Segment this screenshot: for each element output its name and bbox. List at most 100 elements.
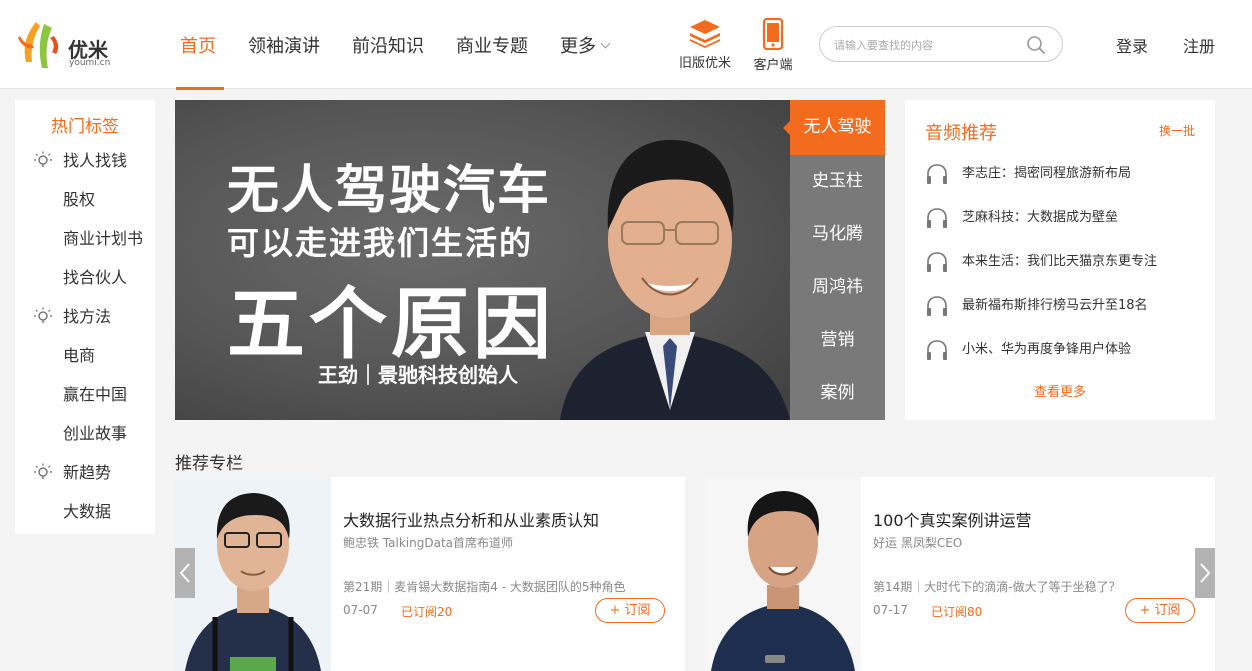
view-more-link[interactable]: 查看更多 [905,381,1215,400]
nav-item-more[interactable]: 更多 [548,0,621,89]
sidebar-item-label: 新趋势 [63,463,112,482]
sidebar-item-label: 股权 [63,190,96,209]
banner-tab-zhou-hongyi[interactable]: 周鸿祎 [790,261,885,314]
sidebar-item-label: 电商 [63,346,96,365]
sidebar-item-label: 找方法 [63,307,112,326]
audio-list-item[interactable]: 小米、华为再度争锋用户体验 [923,334,1203,378]
banner-caption: 王劲｜景驰科技创始人 [318,363,518,387]
lightbulb-icon [34,463,52,479]
nav-item-leader-talks[interactable]: 领袖演讲 [236,0,332,89]
hot-tags-sidebar: 热门标签 找人找钱 股权 商业计划书 找合伙人 找方法 电商 赢在中国 创业故事… [15,100,155,534]
banner-tab-list: 无人驾驶 史玉柱 马化腾 周鸿祎 营销 案例 [783,100,885,420]
speaker-portrait-image [560,139,790,420]
audio-list: 李志庄：揭密同程旅游新布局 芝麻科技：大数据成为壁垒 本来生活：我们比天猫京东更… [923,158,1203,378]
audio-list-item[interactable]: 本来生活：我们比天猫京东更专注 [923,246,1203,290]
column-date: 07-07 [343,603,378,617]
login-link[interactable]: 登录 [1116,33,1148,57]
sidebar-item-label: 创业故事 [63,424,128,443]
search-icon[interactable] [1026,35,1046,55]
column-card[interactable]: 100个真实案例讲运营 好运 黑凤梨CEO 第14期｜大时代下的滴滴-做大了等于… [705,477,1215,671]
headphone-icon [927,252,947,272]
register-link[interactable]: 注册 [1183,33,1215,57]
main-nav: 首页 领袖演讲 前沿知识 商业专题 更多 [168,0,629,90]
nav-label: 首页 [180,36,216,57]
old-version-label: 旧版优米 [678,56,731,71]
column-card[interactable]: 大数据行业热点分析和从业素质认知 鲍忠铁 TalkingData首席布道师 第2… [175,477,685,671]
banner-headline-3: 五个原因 [227,279,556,370]
sidebar-tag-win-in-china[interactable]: 赢在中国 [15,375,155,414]
hot-tags-title: 热门标签 [51,117,119,137]
hot-tags-list: 找人找钱 股权 商业计划书 找合伙人 找方法 电商 赢在中国 创业故事 新趋势 … [15,141,155,531]
old-version-link[interactable]: 旧版优米 [676,18,734,71]
sidebar-tag-business-plan[interactable]: 商业计划书 [15,219,155,258]
column-title[interactable]: 100个真实案例讲运营 [873,507,1032,531]
site-header: 优米 youmi.cn 首页 领袖演讲 前沿知识 商业专题 更多 旧版优米 客户… [0,0,1252,90]
chevron-left-icon [179,563,190,583]
column-subscriber-count: 已订阅20 [401,605,453,619]
audio-panel-title: 音频推荐 [925,123,997,144]
sidebar-tag-find-partner[interactable]: 找合伙人 [15,258,155,297]
audio-item-label: 最新福布斯排行榜马云升至18名 [962,298,1148,313]
column-latest-episode[interactable]: 第21期｜麦肯锡大数据指南4 - 大数据团队的5种角色 [343,578,626,595]
banner-tab-driverless[interactable]: 无人驾驶 [783,100,885,155]
lightbulb-icon [34,307,52,323]
audio-recommend-panel: 音频推荐 换一批 李志庄：揭密同程旅游新布局 芝麻科技：大数据成为壁垒 本来生活… [905,100,1215,420]
refresh-batch-link[interactable]: 换一批 [1159,122,1195,139]
column-date: 07-17 [873,603,908,617]
sidebar-item-label: 找合伙人 [63,268,128,287]
author-photo [175,477,331,671]
carousel-prev-button[interactable] [175,548,195,598]
recommended-columns-title: 推荐专栏 [175,454,243,474]
audio-list-item[interactable]: 李志庄：揭密同程旅游新布局 [923,158,1203,202]
banner-tab-cases[interactable]: 案例 [790,367,885,420]
audio-list-item[interactable]: 最新福布斯排行榜马云升至18名 [923,290,1203,334]
audio-item-label: 小米、华为再度争锋用户体验 [962,342,1132,357]
banner-slide[interactable]: 无人驾驶汽车 可以走进我们生活的 五个原因 王劲｜景驰科技创始人 [175,100,790,420]
hero-banner: 无人驾驶汽车 可以走进我们生活的 五个原因 王劲｜景驰科技创始人 无人驾驶 史玉… [175,100,885,420]
column-author: 鲍忠铁 TalkingData首席布道师 [343,536,514,550]
headphone-icon [927,340,947,360]
nav-label: 更多 [560,36,596,57]
phone-icon [762,18,784,50]
search-input[interactable] [834,35,1024,55]
banner-tab-ma-huateng[interactable]: 马化腾 [790,208,885,261]
chevron-right-icon [1200,563,1211,583]
sidebar-tag-ecommerce[interactable]: 电商 [15,336,155,375]
audio-list-item[interactable]: 芝麻科技：大数据成为壁垒 [923,202,1203,246]
logo-mark-icon [18,22,59,68]
headphone-icon [927,296,947,316]
nav-label: 商业专题 [456,36,528,57]
nav-item-business-topics[interactable]: 商业专题 [444,0,540,89]
sidebar-tag-equity[interactable]: 股权 [15,180,155,219]
subscribe-button[interactable]: + 订阅 [1125,598,1195,623]
layers-icon [690,20,720,48]
sidebar-tag-startup-stories[interactable]: 创业故事 [15,414,155,453]
carousel-next-button[interactable] [1195,548,1215,598]
lightbulb-icon [34,151,52,167]
client-app-link[interactable]: 客户端 [750,18,796,73]
subscribe-button[interactable]: + 订阅 [595,598,665,623]
banner-tab-shi-yuzhu[interactable]: 史玉柱 [790,155,885,208]
nav-label: 领袖演讲 [248,36,320,57]
column-latest-episode[interactable]: 第14期｜大时代下的滴滴-做大了等于坐稳了？ [873,578,1121,595]
site-logo[interactable]: 优米 youmi.cn [14,18,134,70]
sidebar-category-find-methods[interactable]: 找方法 [15,297,155,336]
banner-headline-2: 可以走进我们生活的 [227,224,534,262]
nav-item-frontier-knowledge[interactable]: 前沿知识 [340,0,436,89]
client-label: 客户端 [753,58,793,73]
sidebar-item-label: 大数据 [63,502,112,521]
sidebar-tag-big-data[interactable]: 大数据 [15,492,155,531]
sidebar-item-label: 商业计划书 [63,229,144,248]
headphone-icon [927,164,947,184]
sidebar-item-label: 找人找钱 [63,151,128,170]
column-title[interactable]: 大数据行业热点分析和从业素质认知 [343,507,599,531]
nav-item-home[interactable]: 首页 [168,0,228,90]
logo-domain: youmi.cn [69,58,111,68]
banner-tab-marketing[interactable]: 营销 [790,314,885,367]
audio-item-label: 芝麻科技：大数据成为壁垒 [962,210,1119,225]
headphone-icon [927,208,947,228]
sidebar-category-new-trends[interactable]: 新趋势 [15,453,155,492]
sidebar-category-find-people-money[interactable]: 找人找钱 [15,141,155,180]
column-author: 好运 黑凤梨CEO [873,536,963,550]
banner-headline-1: 无人驾驶汽车 [227,160,552,221]
